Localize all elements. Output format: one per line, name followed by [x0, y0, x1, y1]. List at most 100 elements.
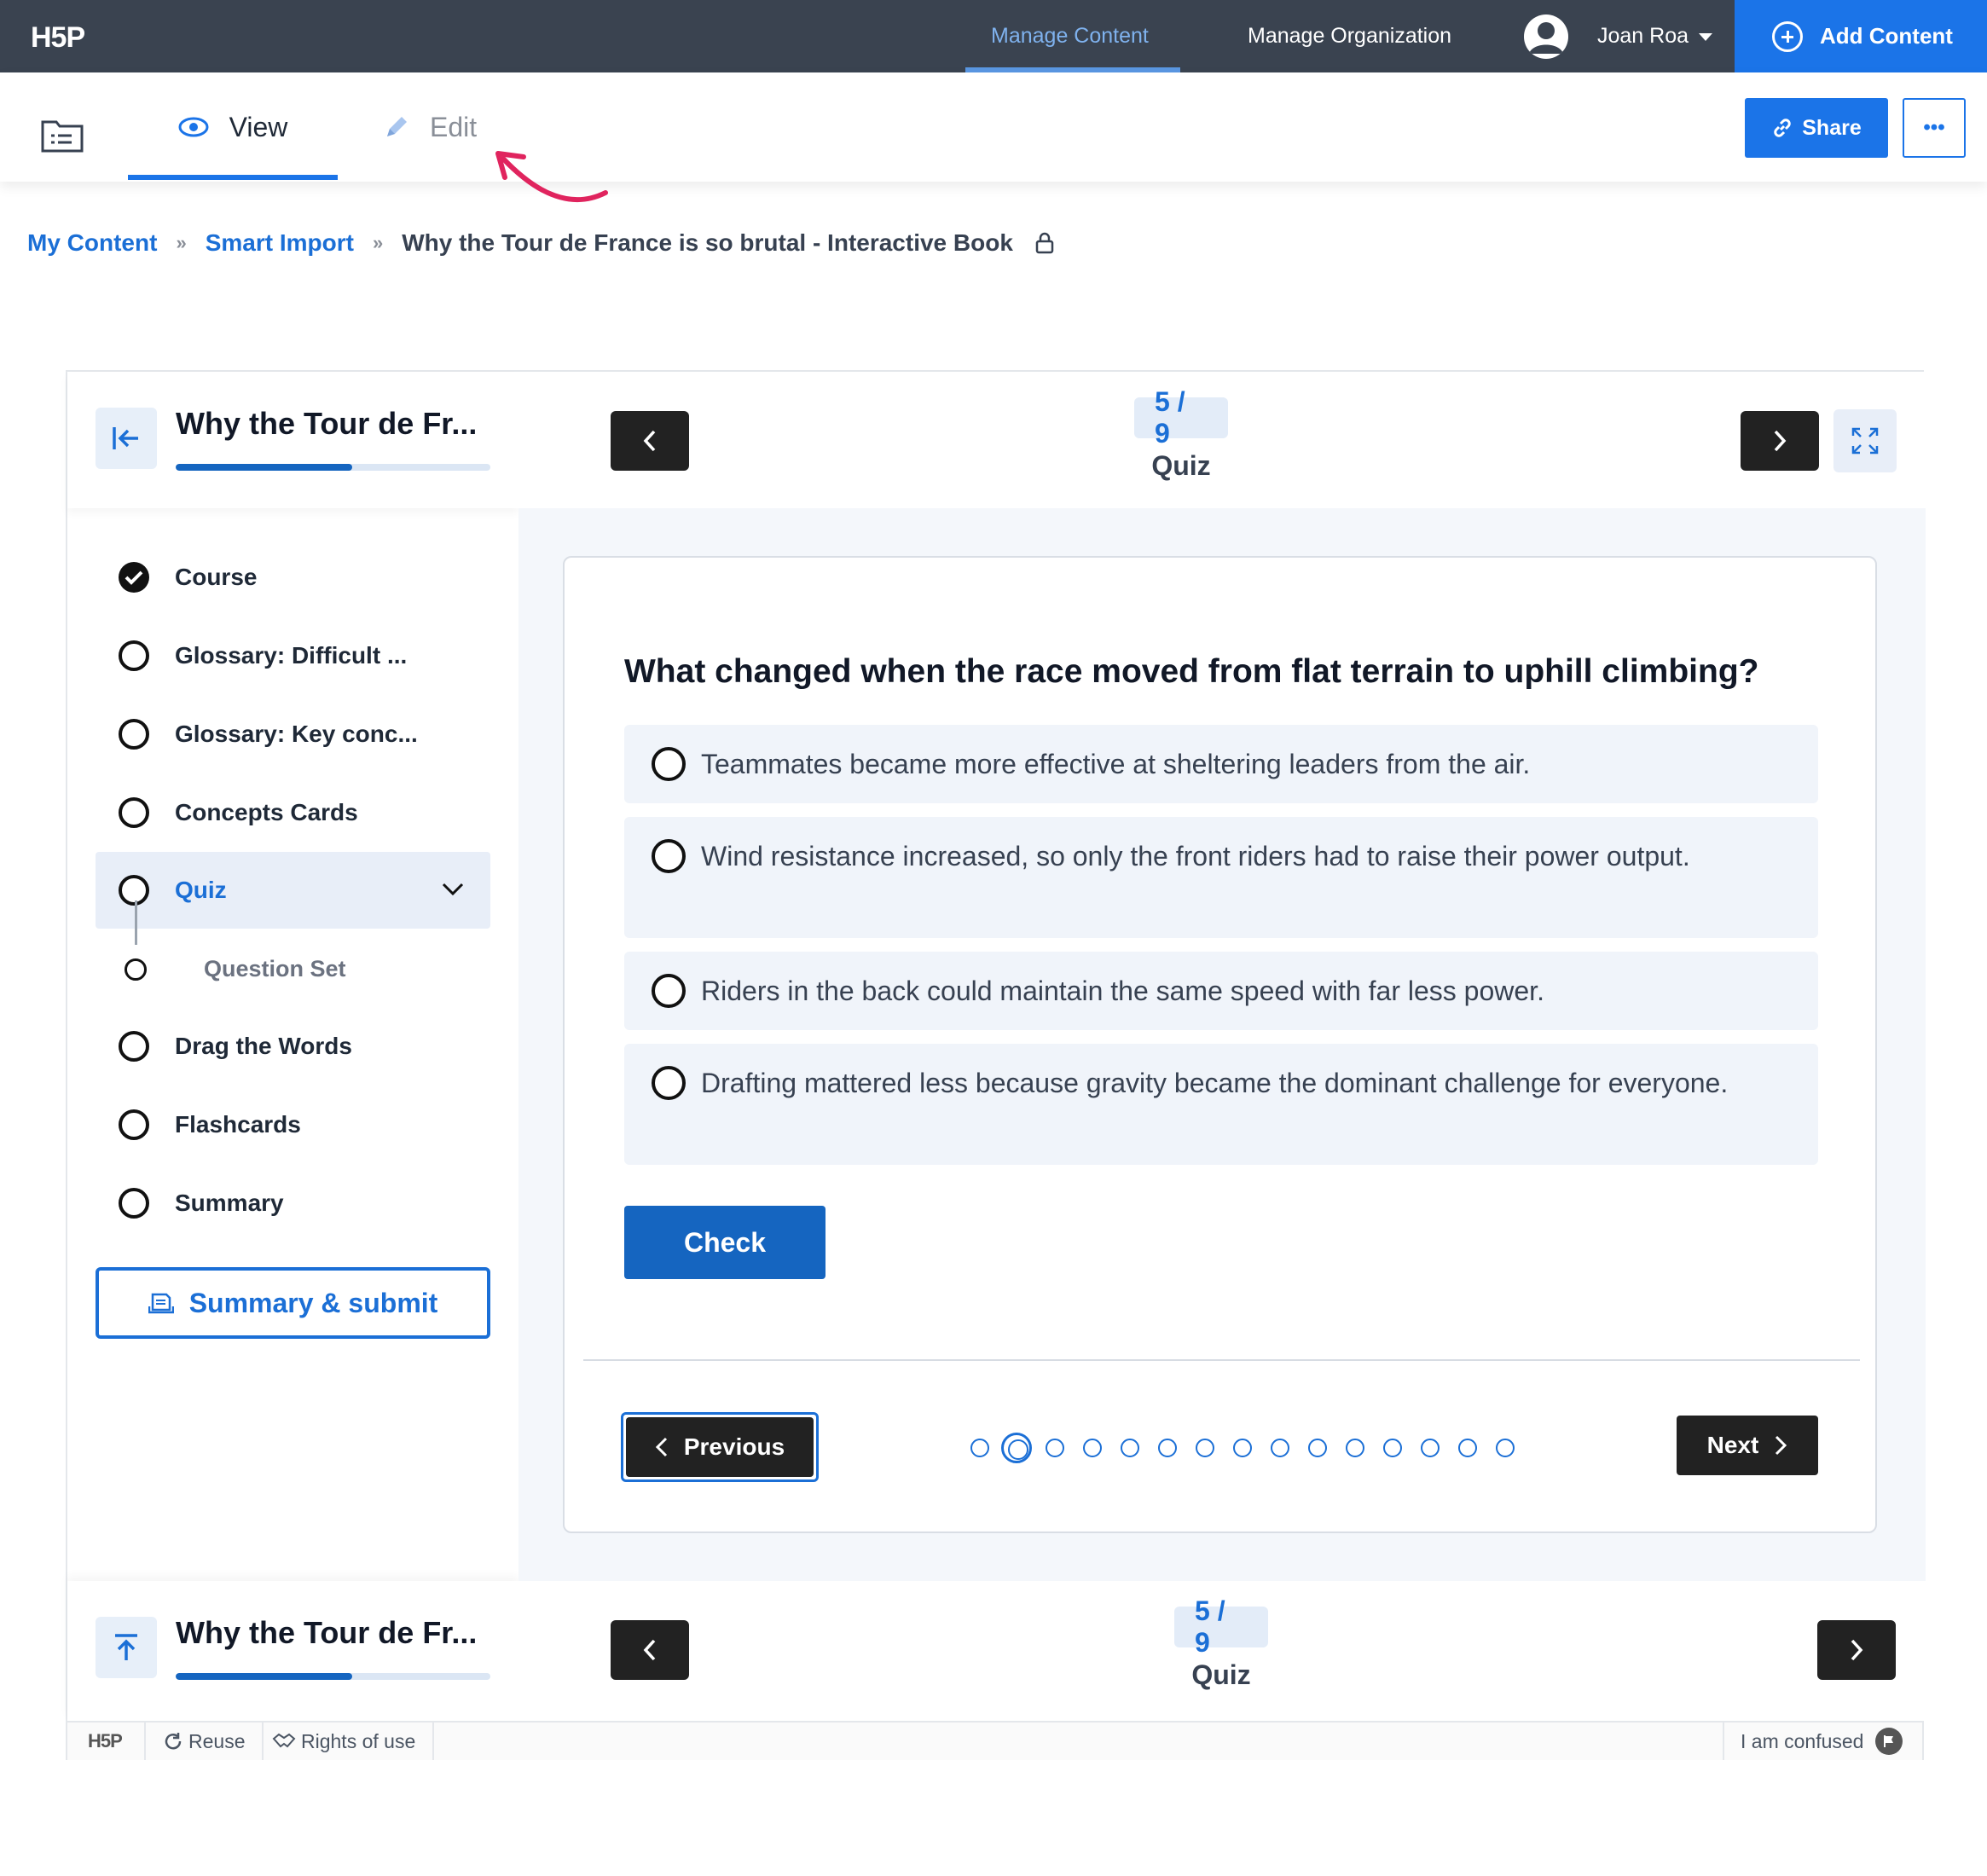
tab-edit[interactable]: Edit	[384, 72, 477, 182]
empty-circle-icon	[119, 1188, 149, 1219]
empty-circle-icon	[119, 1109, 149, 1140]
question-dot[interactable]	[1496, 1439, 1515, 1457]
chapter-label: Drag the Words	[175, 1033, 352, 1059]
user-name[interactable]: Joan Roa	[1597, 0, 1689, 72]
question-dot[interactable]	[1158, 1439, 1177, 1457]
chapter-quiz[interactable]: Quiz	[96, 852, 490, 929]
question-dot[interactable]	[1196, 1439, 1214, 1457]
question-dot[interactable]	[1121, 1439, 1139, 1457]
check-button[interactable]: Check	[624, 1206, 826, 1279]
book-progress-bar	[176, 1673, 490, 1680]
share-label: Share	[1802, 115, 1862, 140]
arrow-up-icon	[115, 1634, 137, 1660]
refresh-icon	[165, 1733, 182, 1750]
question-dot[interactable]	[1421, 1439, 1440, 1457]
chevron-right-icon	[1774, 430, 1787, 452]
question-dot[interactable]	[1383, 1439, 1402, 1457]
empty-circle-icon	[119, 875, 149, 906]
h5p-logo[interactable]: H5P	[31, 21, 85, 55]
empty-circle-icon	[119, 640, 149, 671]
confused-button[interactable]: I am confused	[1741, 1723, 1903, 1760]
question-dot[interactable]	[1271, 1439, 1289, 1457]
user-avatar-icon[interactable]	[1524, 14, 1568, 59]
scroll-to-top-button[interactable]	[96, 1617, 157, 1678]
check-circle-icon	[119, 562, 149, 593]
answer-option[interactable]: Drafting mattered less because gravity b…	[624, 1044, 1818, 1165]
bar-separator	[1723, 1723, 1724, 1760]
question-dot[interactable]	[1308, 1439, 1327, 1457]
previous-question-inner: Previous	[626, 1417, 814, 1477]
reuse-button[interactable]: Reuse	[163, 1723, 245, 1760]
answer-option[interactable]: Riders in the back could maintain the sa…	[624, 952, 1818, 1030]
answer-option[interactable]: Teammates became more effective at shelt…	[624, 725, 1818, 803]
fullscreen-button[interactable]	[1833, 409, 1897, 472]
collapse-left-icon	[113, 427, 138, 449]
breadcrumb-smart-import[interactable]: Smart Import	[206, 229, 354, 257]
pointer-arrow-icon	[495, 151, 608, 203]
summary-submit-button[interactable]: Summary & submit	[96, 1267, 490, 1339]
chapter-label: Glossary: Key conc...	[175, 721, 418, 747]
question-dot[interactable]	[970, 1439, 989, 1457]
book-main: 5 / 9 Quiz What changed when the race mo…	[518, 372, 1926, 1721]
h5p-action-bar: H5P Reuse Rights of use I am confused	[67, 1721, 1922, 1760]
quiz-card: What changed when the race moved from fl…	[563, 556, 1877, 1533]
nav-manage-content[interactable]: Manage Content	[991, 0, 1149, 72]
next-question-button[interactable]: Next	[1677, 1416, 1818, 1475]
add-content-button[interactable]: Add Content	[1735, 0, 1987, 72]
empty-circle-icon	[119, 1031, 149, 1062]
page-title: Quiz	[1191, 1659, 1251, 1690]
previous-page-button[interactable]	[611, 1620, 689, 1680]
content-toolbar: View Edit Share •••	[0, 72, 1987, 182]
radio-circle-icon[interactable]	[652, 974, 686, 1008]
answer-text: Riders in the back could maintain the sa…	[701, 976, 1544, 1006]
chevron-right-icon	[1776, 1435, 1787, 1456]
question-dot[interactable]	[1083, 1439, 1102, 1457]
collapse-sidebar-button[interactable]	[96, 408, 157, 469]
chapter-concepts-cards[interactable]: Concepts Cards	[96, 774, 490, 851]
sub-item-question-set[interactable]: Question Set	[96, 945, 490, 996]
previous-page-button[interactable]	[611, 411, 689, 471]
tab-view-label: View	[229, 111, 288, 142]
previous-question-button[interactable]: Previous	[621, 1412, 819, 1482]
next-page-button[interactable]	[1817, 1620, 1896, 1680]
user-menu-caret-icon[interactable]	[1699, 33, 1712, 41]
h5p-small-logo[interactable]: H5P	[88, 1723, 123, 1760]
folder-list-icon[interactable]	[41, 117, 84, 157]
book-progress-fill	[176, 464, 352, 471]
tab-view[interactable]: View	[128, 72, 338, 182]
breadcrumb: My Content » Smart Import » Why the Tour…	[27, 223, 1054, 263]
radio-circle-icon[interactable]	[652, 839, 686, 873]
chapter-glossary-key[interactable]: Glossary: Key conc...	[96, 696, 490, 773]
chapter-course[interactable]: Course	[96, 539, 490, 616]
chapter-summary[interactable]: Summary	[96, 1165, 490, 1242]
share-button[interactable]: Share	[1745, 98, 1888, 158]
next-page-button[interactable]	[1741, 411, 1819, 471]
empty-circle-icon	[119, 797, 149, 828]
book-sidebar: Why the Tour de Fr... Course Glossary: D…	[67, 372, 518, 1721]
rights-label: Rights of use	[301, 1729, 416, 1752]
question-dot[interactable]	[1346, 1439, 1364, 1457]
question-dot[interactable]	[1458, 1439, 1477, 1457]
radio-circle-icon[interactable]	[652, 1066, 686, 1100]
rights-of-use-button[interactable]: Rights of use	[272, 1723, 415, 1760]
question-dot-current[interactable]	[1001, 1433, 1032, 1463]
book-progress-bar	[176, 464, 490, 471]
question-dot[interactable]	[1046, 1439, 1064, 1457]
breadcrumb-my-content[interactable]: My Content	[27, 229, 157, 257]
bar-separator	[262, 1723, 264, 1760]
chapter-drag-the-words[interactable]: Drag the Words	[96, 1008, 490, 1085]
chapter-glossary-difficult[interactable]: Glossary: Difficult ...	[96, 617, 490, 694]
answer-option[interactable]: Wind resistance increased, so only the f…	[624, 817, 1818, 938]
bar-separator	[432, 1723, 434, 1760]
chevron-down-icon[interactable]	[441, 881, 465, 898]
sub-item-label: Question Set	[204, 956, 346, 981]
question-dot[interactable]	[1233, 1439, 1252, 1457]
handshake-icon	[272, 1733, 296, 1748]
expand-icon	[1851, 427, 1879, 455]
summary-submit-label: Summary & submit	[188, 1287, 438, 1318]
radio-circle-icon[interactable]	[652, 747, 686, 781]
active-tab-indicator	[128, 175, 338, 180]
nav-manage-organization[interactable]: Manage Organization	[1248, 0, 1451, 72]
chapter-flashcards[interactable]: Flashcards	[96, 1086, 490, 1163]
more-options-button[interactable]: •••	[1903, 98, 1966, 158]
